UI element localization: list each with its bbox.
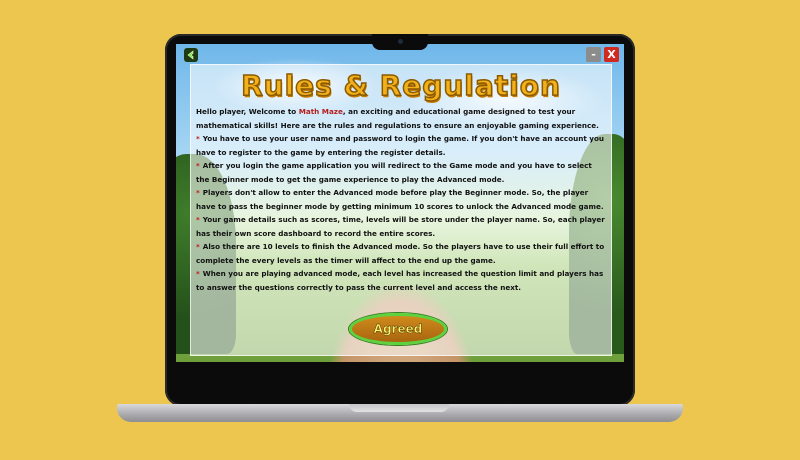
rules-intro: Hello player, Welcome to Math Maze, an e… bbox=[196, 105, 606, 132]
rule-text: When you are playing advanced mode, each… bbox=[196, 269, 604, 292]
game-screen: - X Rules & Regulation Hello player, Wel… bbox=[176, 44, 624, 362]
rule-item: * Your game details such as scores, time,… bbox=[196, 213, 606, 240]
laptop-base-groove bbox=[349, 404, 449, 412]
rule-item: * After you login the game application yo… bbox=[196, 159, 606, 186]
bullet-icon: * bbox=[196, 215, 200, 224]
minimize-button[interactable]: - bbox=[586, 47, 601, 62]
rule-text: Your game details such as scores, time, … bbox=[196, 215, 605, 238]
back-arrow-icon bbox=[187, 50, 194, 60]
camera-icon bbox=[398, 39, 403, 44]
bullet-icon: * bbox=[196, 269, 200, 278]
rule-item: * Players don't allow to enter the Advanc… bbox=[196, 186, 606, 213]
laptop-base bbox=[117, 404, 683, 422]
close-button[interactable]: X bbox=[604, 47, 619, 62]
agreed-button[interactable]: Agreed bbox=[349, 313, 447, 345]
rule-text: After you login the game application you… bbox=[196, 161, 592, 184]
bullet-icon: * bbox=[196, 134, 200, 143]
close-icon: X bbox=[607, 48, 616, 61]
camera-notch bbox=[372, 34, 428, 50]
rule-text: You have to use your user name and passw… bbox=[196, 134, 605, 157]
bullet-icon: * bbox=[196, 188, 200, 197]
rule-item: * Also there are 10 levels to finish the … bbox=[196, 240, 606, 267]
rule-item: * When you are playing advanced mode, eac… bbox=[196, 267, 606, 294]
intro-text-start: Hello player, Welcome to bbox=[196, 107, 299, 116]
rule-text: Players don't allow to enter the Advance… bbox=[196, 188, 604, 211]
minimize-icon: - bbox=[591, 48, 596, 61]
page-title: Rules & Regulation bbox=[240, 68, 561, 103]
rule-text: Also there are 10 levels to finish the A… bbox=[196, 242, 605, 265]
bullet-icon: * bbox=[196, 242, 200, 251]
back-button[interactable] bbox=[184, 48, 198, 62]
agreed-button-label: Agreed bbox=[373, 322, 423, 336]
rule-item: * You have to use your user name and pass… bbox=[196, 132, 606, 159]
bullet-icon: * bbox=[196, 161, 200, 170]
rules-text: Hello player, Welcome to Math Maze, an e… bbox=[191, 103, 611, 294]
rules-panel: Rules & Regulation Hello player, Welcome… bbox=[190, 64, 612, 356]
app-name: Math Maze bbox=[298, 107, 343, 116]
